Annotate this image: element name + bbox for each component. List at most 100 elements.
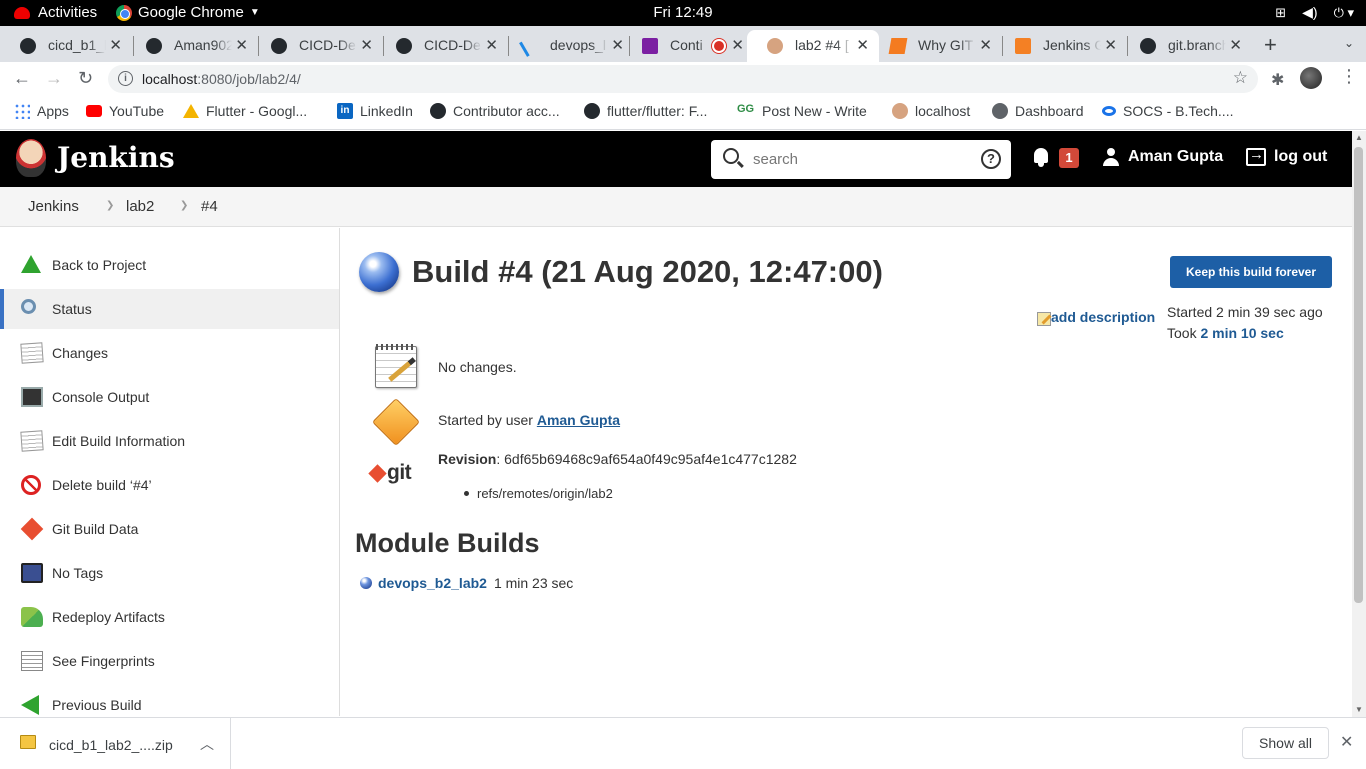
- help-icon[interactable]: ?: [981, 149, 1001, 169]
- close-icon[interactable]: ✕: [109, 36, 122, 54]
- task-redeploy-artifacts[interactable]: Redeploy Artifacts: [0, 597, 339, 637]
- bookmark-item[interactable]: localhost: [892, 103, 970, 119]
- bookmark-item[interactable]: SOCS - B.Tech....: [1102, 103, 1233, 119]
- download-bar: cicd_b1_lab2_....zip ︿ Show all ✕: [0, 717, 1366, 769]
- tab-item[interactable]: Conti ✕: [622, 30, 754, 62]
- bookmark-item[interactable]: in LinkedIn: [337, 103, 413, 119]
- close-icon[interactable]: ✕: [1229, 36, 1242, 54]
- bell-icon[interactable]: [1032, 148, 1050, 167]
- side-panel: Back to Project Status Changes Console O…: [0, 228, 340, 716]
- user-icon: [1102, 148, 1120, 166]
- close-icon[interactable]: ✕: [1340, 732, 1353, 752]
- chevron-up-icon[interactable]: ︿: [200, 734, 214, 754]
- notification-badge[interactable]: 1: [1059, 148, 1079, 168]
- task-label: Edit Build Information: [52, 433, 186, 449]
- bookmark-label: Apps: [37, 103, 69, 119]
- system-tray[interactable]: ⊞ ◀) ⏻ ▾: [1275, 4, 1354, 21]
- address-bar[interactable]: i localhost:8080/job/lab2/4/ ☆: [108, 65, 1258, 93]
- bookmark-item[interactable]: YouTube: [86, 103, 164, 119]
- breadcrumb-jenkins[interactable]: Jenkins: [28, 198, 79, 215]
- close-icon[interactable]: ✕: [235, 36, 248, 54]
- app-menu-button[interactable]: Google Chrome ▼: [116, 4, 260, 21]
- tab-item[interactable]: CICD-De ✕: [251, 30, 383, 62]
- github-icon: [430, 103, 446, 119]
- github-icon: [146, 38, 162, 54]
- reload-icon[interactable]: ↻: [78, 68, 93, 89]
- task-back-to-project[interactable]: Back to Project: [0, 245, 339, 285]
- bookmark-star-icon[interactable]: ☆: [1233, 68, 1248, 88]
- task-changes[interactable]: Changes: [0, 333, 339, 373]
- started-by-user-link[interactable]: Aman Gupta: [537, 412, 620, 428]
- bookmark-item[interactable]: Apps: [14, 103, 69, 119]
- close-icon[interactable]: ✕: [731, 36, 744, 54]
- list-item: refs/remotes/origin/lab2: [464, 486, 613, 501]
- close-icon[interactable]: ✕: [485, 36, 498, 54]
- scroll-up-icon[interactable]: ▲: [1355, 133, 1363, 142]
- close-icon[interactable]: ✕: [856, 36, 869, 54]
- close-icon[interactable]: ✕: [979, 36, 992, 54]
- add-description-link[interactable]: add description: [1037, 308, 1155, 326]
- jenkins-logo-icon[interactable]: [16, 139, 46, 177]
- task-label: Delete build ‘#4’: [52, 477, 152, 493]
- extensions-icon[interactable]: ✱: [1271, 70, 1284, 90]
- download-item[interactable]: cicd_b1_lab2_....zip ︿: [0, 718, 231, 769]
- tab-item[interactable]: devops_l ✕: [502, 30, 634, 62]
- keep-build-forever-button[interactable]: Keep this build forever: [1170, 256, 1332, 288]
- build-status-ball-icon: [360, 577, 372, 589]
- linkedin-icon: in: [337, 103, 353, 119]
- activities-button[interactable]: Activities: [14, 4, 97, 21]
- task-no-tags[interactable]: No Tags: [0, 553, 339, 593]
- scrollbar-thumb[interactable]: [1354, 147, 1363, 603]
- close-icon[interactable]: ✕: [1104, 36, 1117, 54]
- task-see-fingerprints[interactable]: See Fingerprints: [0, 641, 339, 681]
- tab-item[interactable]: Jenkins G ✕: [995, 30, 1127, 62]
- activities-label: Activities: [38, 4, 98, 21]
- bookmark-item[interactable]: flutter/flutter: F...: [584, 103, 707, 119]
- task-git-build-data[interactable]: Git Build Data: [0, 509, 339, 549]
- bookmark-item[interactable]: GG Post New - Write: [737, 103, 867, 119]
- tab-item[interactable]: cicd_b1_l ✕: [0, 30, 132, 62]
- module-build-link[interactable]: devops_b2_lab2: [378, 575, 487, 591]
- tab-item[interactable]: Aman902 ✕: [126, 30, 258, 62]
- user-link[interactable]: Aman Gupta: [1102, 148, 1223, 166]
- search-input[interactable]: [753, 148, 973, 170]
- tab-item[interactable]: git.branch ✕: [1120, 30, 1252, 62]
- new-tab-icon[interactable]: +: [1264, 32, 1277, 58]
- build-duration-link[interactable]: 2 min 10 sec: [1200, 325, 1283, 341]
- bookmark-label: SOCS - B.Tech....: [1123, 103, 1234, 119]
- tab-item[interactable]: Why GIT ✕: [870, 30, 1002, 62]
- git-logo-icon: git: [368, 461, 412, 485]
- bookmark-label: Post New - Write: [762, 103, 867, 119]
- close-icon[interactable]: ✕: [360, 36, 373, 54]
- logout-link[interactable]: log out: [1246, 146, 1327, 166]
- no-entry-icon: [21, 475, 41, 495]
- chrome-icon: [116, 4, 132, 21]
- forward-icon[interactable]: →: [45, 68, 63, 89]
- task-delete-build[interactable]: Delete build ‘#4’: [0, 465, 339, 505]
- bookmark-item[interactable]: Contributor acc...: [430, 103, 560, 119]
- breadcrumb-build[interactable]: #4: [201, 198, 218, 215]
- tab-item-active[interactable]: lab2 #4 [ ✕: [747, 30, 879, 62]
- task-console-output[interactable]: Console Output: [0, 377, 339, 417]
- continuous-icon: [642, 38, 658, 54]
- chevron-down-icon[interactable]: ⌄: [1344, 36, 1354, 50]
- back-icon[interactable]: ←: [13, 68, 31, 89]
- tab-item[interactable]: CICD-De ✕: [376, 30, 508, 62]
- url-text[interactable]: localhost:8080/job/lab2/4/: [142, 71, 301, 87]
- jenkins-home-link[interactable]: Jenkins: [57, 141, 175, 174]
- avatar[interactable]: [1300, 67, 1322, 89]
- scroll-down-icon[interactable]: ▼: [1355, 705, 1363, 714]
- system-top-bar: Activities Google Chrome ▼ Fri 12:49 ⊞ ◀…: [0, 0, 1366, 26]
- show-all-button[interactable]: Show all: [1242, 727, 1329, 759]
- breadcrumb-lab2[interactable]: lab2: [126, 198, 154, 215]
- ref-text: refs/remotes/origin/lab2: [477, 486, 613, 501]
- tab-title: Jenkins G: [1043, 37, 1101, 53]
- bookmark-item[interactable]: Flutter - Googl...: [183, 103, 307, 119]
- task-edit-build-information[interactable]: Edit Build Information: [0, 421, 339, 461]
- info-icon[interactable]: i: [118, 71, 133, 86]
- task-status[interactable]: Status: [0, 289, 339, 329]
- tab-title: CICD-De: [424, 37, 481, 53]
- more-menu-icon[interactable]: ⋮: [1340, 66, 1358, 87]
- page-scrollbar[interactable]: ▲ ▼: [1352, 131, 1366, 717]
- bookmark-item[interactable]: Dashboard: [992, 103, 1084, 119]
